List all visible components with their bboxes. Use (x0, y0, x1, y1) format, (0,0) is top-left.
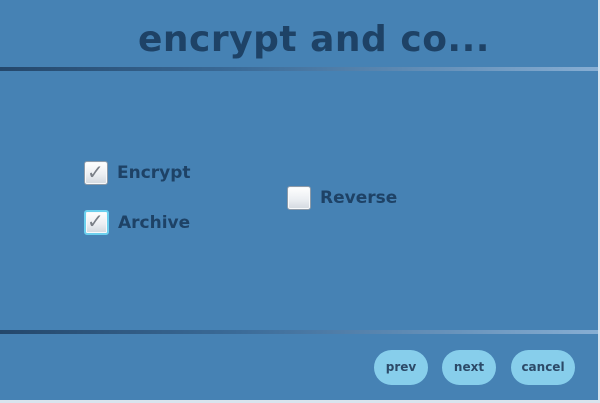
cancel-button[interactable]: cancel (511, 350, 575, 385)
reverse-checkbox[interactable] (287, 186, 311, 210)
reverse-checkbox-option[interactable]: Reverse (287, 186, 397, 210)
encrypt-checkbox-option[interactable]: ✓ Encrypt (84, 160, 191, 185)
prev-button[interactable]: prev (374, 350, 428, 385)
archive-checkbox[interactable]: ✓ (84, 209, 109, 235)
footer-divider (0, 330, 598, 334)
next-button[interactable]: next (442, 350, 496, 385)
archive-label: Archive (118, 212, 191, 233)
reverse-label: Reverse (320, 188, 398, 208)
checkmark-icon: ✓ (87, 209, 104, 233)
checkmark-icon: ✓ (87, 160, 104, 184)
encrypt-label: Encrypt (117, 163, 191, 183)
archive-checkbox-option[interactable]: ✓ Archive (84, 209, 191, 235)
wizard-window: encrypt and co... ✓ Encrypt ✓ Archive Re… (0, 0, 600, 403)
header-divider (0, 67, 598, 71)
encrypt-checkbox[interactable]: ✓ (84, 160, 108, 185)
page-title: encrypt and co... (138, 19, 490, 60)
